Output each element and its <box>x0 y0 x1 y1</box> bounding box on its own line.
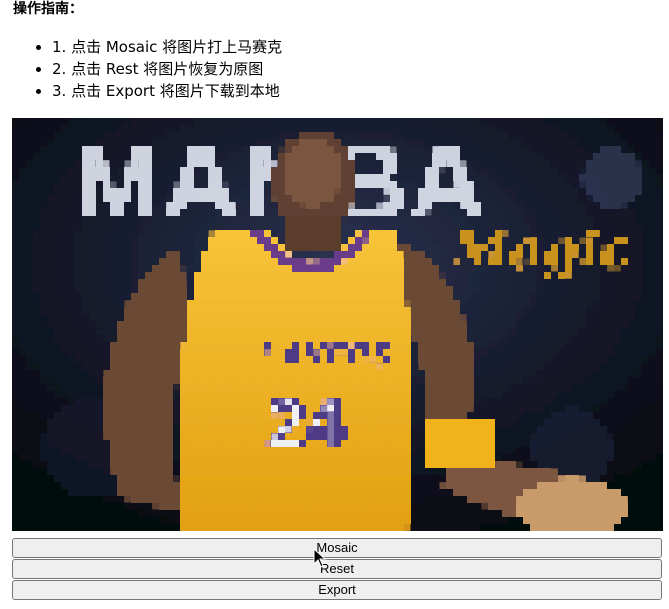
page: 操作指南： 1. 点击 Mosaic 将图片打上马赛克 2. 点击 Rest 将… <box>0 0 669 609</box>
mosaic-button[interactable]: Mosaic <box>12 538 662 558</box>
export-button[interactable]: Export <box>12 580 662 600</box>
reset-button[interactable]: Reset <box>12 559 662 579</box>
mosaic-image: MAMBA Magic LAKERS 24 <box>12 118 663 531</box>
instruction-list: 1. 点击 Mosaic 将图片打上马赛克 2. 点击 Rest 将图片恢复为原… <box>0 36 282 102</box>
guide-title: 操作指南： <box>13 1 83 17</box>
jersey-number: 24 <box>267 385 345 463</box>
jersey-brand: LAKERS <box>260 337 392 373</box>
script-letters: Magic <box>450 220 631 281</box>
instruction-step-2: 2. 点击 Rest 将图片恢复为原图 <box>52 58 282 80</box>
instruction-step-1: 1. 点击 Mosaic 将图片打上马赛克 <box>52 36 282 58</box>
mosaic-image-canvas[interactable]: MAMBA Magic LAKERS 24 <box>12 118 663 531</box>
instruction-step-3: 3. 点击 Export 将图片下载到本地 <box>52 80 282 102</box>
